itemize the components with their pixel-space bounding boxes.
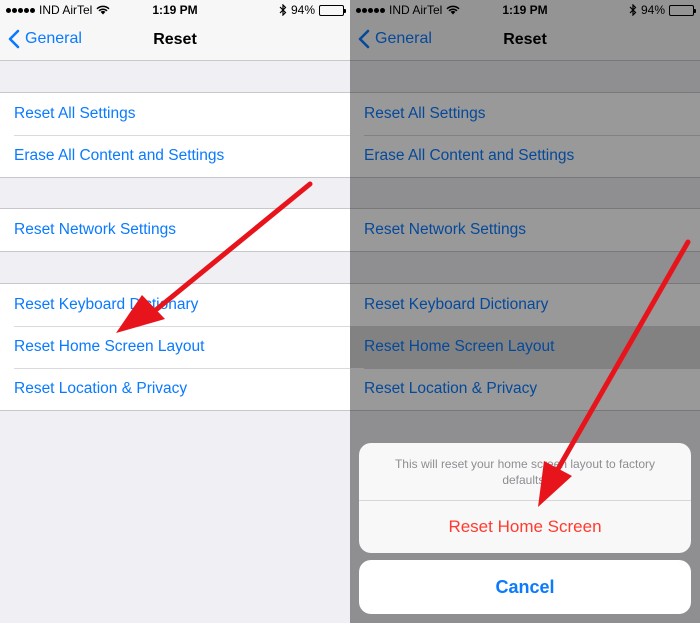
reset-keyboard-dictionary-row[interactable]: Reset Keyboard Dictionary <box>0 284 350 326</box>
reset-all-settings-row[interactable]: Reset All Settings <box>0 93 350 135</box>
settings-group-3: Reset Keyboard Dictionary Reset Home Scr… <box>0 283 350 411</box>
reset-home-screen-button[interactable]: Reset Home Screen <box>359 501 691 553</box>
action-sheet: This will reset your home screen layout … <box>359 443 691 553</box>
action-sheet-message: This will reset your home screen layout … <box>359 443 691 501</box>
erase-all-content-row[interactable]: Erase All Content and Settings <box>0 135 350 177</box>
settings-group-2: Reset Network Settings <box>0 208 350 252</box>
right-screen: IND AirTel 1:19 PM 94% General Reset Res… <box>350 0 700 623</box>
navigation-bar: General Reset <box>0 20 350 61</box>
left-screen: IND AirTel 1:19 PM 94% General Reset Res… <box>0 0 350 623</box>
cancel-button[interactable]: Cancel <box>359 560 691 614</box>
reset-home-screen-layout-row[interactable]: Reset Home Screen Layout <box>0 326 350 368</box>
page-title: Reset <box>153 31 197 48</box>
reset-location-privacy-row[interactable]: Reset Location & Privacy <box>0 368 350 410</box>
status-bar: IND AirTel 1:19 PM 94% <box>0 0 350 20</box>
settings-group-1: Reset All Settings Erase All Content and… <box>0 92 350 178</box>
bluetooth-icon <box>279 4 287 16</box>
battery-icon <box>319 4 346 16</box>
reset-network-settings-row[interactable]: Reset Network Settings <box>0 209 350 251</box>
battery-percent: 94% <box>290 3 315 17</box>
